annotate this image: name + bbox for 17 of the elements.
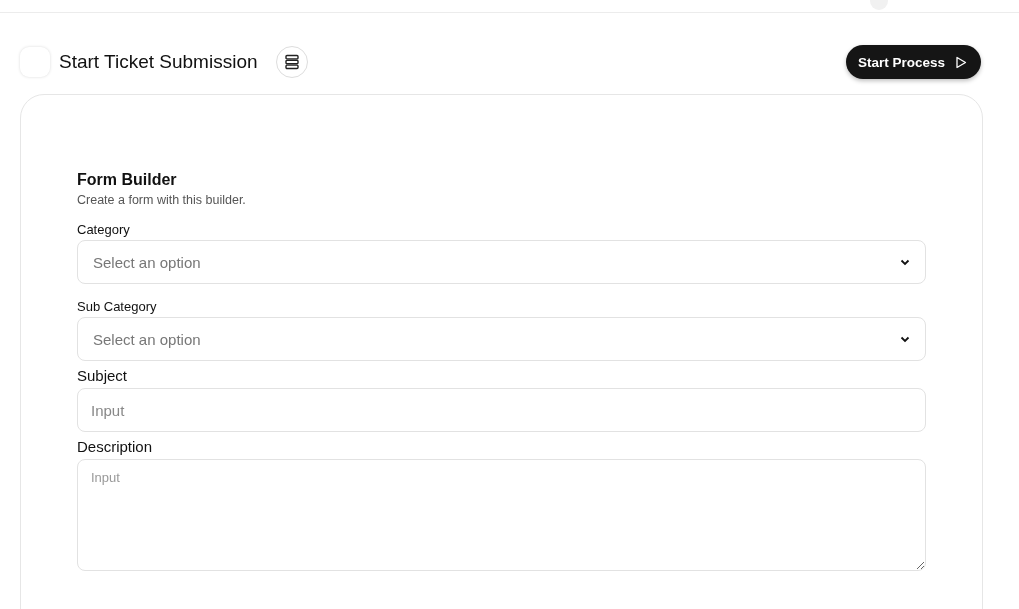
- input-field[interactable]: Input: [77, 388, 926, 432]
- field-label: Description: [77, 438, 154, 455]
- chevron-down-icon: [900, 258, 910, 266]
- menu-button[interactable]: [275, 46, 308, 78]
- menu-icon: [283, 54, 300, 70]
- start-process-button[interactable]: Start Process: [845, 45, 981, 79]
- select-field[interactable]: Select an option: [77, 240, 926, 284]
- field-label: Category: [77, 222, 131, 237]
- play-icon: [955, 55, 967, 69]
- text-area[interactable]: Input: [77, 459, 926, 571]
- form-subtitle: Create a form with this builder.: [77, 193, 247, 207]
- page-title: Start Ticket Submission: [59, 51, 258, 73]
- field-label: Subject: [77, 367, 129, 384]
- select-field[interactable]: Select an option: [77, 317, 926, 361]
- form-title: Form Builder: [77, 171, 178, 189]
- field-label: Sub Category: [77, 299, 158, 314]
- chevron-down-icon: [900, 335, 910, 343]
